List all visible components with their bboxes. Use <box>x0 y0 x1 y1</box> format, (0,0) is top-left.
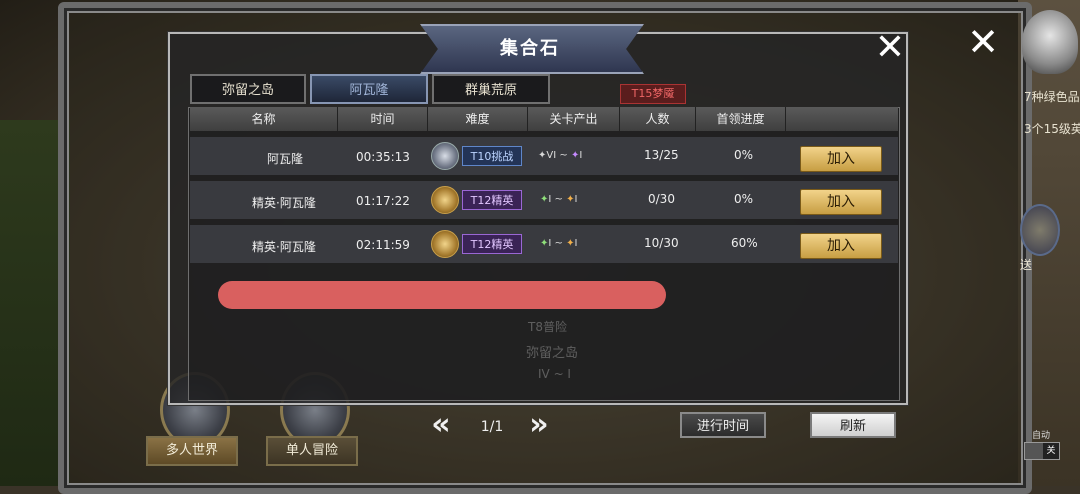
dialog-title: 集合石 <box>500 38 560 59</box>
drop-from: I <box>548 238 552 249</box>
refresh-button[interactable]: 刷新 <box>810 412 896 438</box>
avatar[interactable] <box>1022 10 1078 74</box>
auto-toggle[interactable]: 关 <box>1024 442 1060 460</box>
header-time: 时间 <box>338 107 428 131</box>
header-action <box>786 107 898 131</box>
row-players: 10/30 <box>644 236 679 250</box>
side-info-line-1: 7种绿色品 <box>1024 90 1080 104</box>
side-info-line-2: 3个15级英 <box>1024 122 1080 136</box>
drop-from: VI <box>546 150 557 161</box>
tab-mist-island[interactable]: 弥留之岛 <box>190 74 306 104</box>
row-time: 02:11:59 <box>356 238 410 252</box>
drop-separator: ~ <box>554 238 563 249</box>
join-button[interactable]: 加入 <box>800 233 882 259</box>
drop-to: I <box>579 150 583 161</box>
gold-badge-icon <box>431 230 459 258</box>
join-button[interactable]: 加入 <box>800 146 882 172</box>
teleport-label: 送 <box>1020 258 1033 272</box>
difficulty-tag: T12精英 <box>462 234 522 254</box>
mode-label: 多人世界 <box>146 436 238 466</box>
tier-chip: T15梦魇 <box>620 84 686 104</box>
drop-range: ✦VI ~ ✦I <box>538 150 582 161</box>
row-name: 阿瓦隆 <box>267 152 304 166</box>
row-time: 00:35:13 <box>356 150 410 164</box>
drop-to: I <box>574 238 578 249</box>
header-drops: 关卡产出 <box>528 107 620 131</box>
teleport-icon[interactable] <box>1020 204 1060 256</box>
background-drop-label: IV ~ I <box>538 367 571 381</box>
row-progress: 0% <box>734 192 754 206</box>
drop-from: I <box>548 194 552 205</box>
chevron-double-left-icon[interactable]: « <box>426 410 456 440</box>
drop-separator: ~ <box>559 150 568 161</box>
background-location-label: 弥留之岛 <box>526 346 579 361</box>
gold-badge-icon <box>431 186 459 214</box>
silver-badge-icon <box>431 142 459 170</box>
difficulty-tag: T10挑战 <box>462 146 522 166</box>
background-tier-label: T8普险 <box>528 320 567 334</box>
header-name: 名称 <box>190 107 338 131</box>
row-players: 0/30 <box>648 192 675 206</box>
outer-close-icon[interactable]: ✕ <box>965 23 1001 61</box>
auto-toggle-state: 关 <box>1043 443 1059 459</box>
page-indicator: 1/1 <box>480 419 504 435</box>
tab-avalon[interactable]: 阿瓦隆 <box>310 74 428 104</box>
mode-label: 单人冒险 <box>266 436 358 466</box>
close-icon[interactable]: ✕ <box>872 30 908 66</box>
drop-range: ✦I ~ ✦I <box>540 238 577 249</box>
row-progress: 60% <box>731 236 758 250</box>
join-button[interactable]: 加入 <box>800 189 882 215</box>
row-time: 01:17:22 <box>356 194 410 208</box>
chevron-double-right-icon[interactable]: » <box>524 410 554 440</box>
header-players: 人数 <box>620 107 696 131</box>
row-name: 精英·阿瓦隆 <box>252 240 316 254</box>
difficulty-tag: T12精英 <box>462 190 522 210</box>
tab-hive-wasteland[interactable]: 群巢荒原 <box>432 74 550 104</box>
redaction-bar <box>218 281 666 309</box>
row-name: 精英·阿瓦隆 <box>252 196 316 210</box>
row-players: 13/25 <box>644 148 679 162</box>
drop-separator: ~ <box>554 194 563 205</box>
header-difficulty: 难度 <box>428 107 528 131</box>
orange-gem-icon: ✦ <box>566 238 575 249</box>
progress-time-button[interactable]: 进行时间 <box>680 412 766 438</box>
orange-gem-icon: ✦ <box>566 194 575 205</box>
auto-label: 自动 <box>1032 431 1051 441</box>
drop-range: ✦I ~ ✦I <box>540 194 577 205</box>
header-boss-progress: 首领进度 <box>696 107 786 131</box>
row-progress: 0% <box>734 148 754 162</box>
drop-to: I <box>574 194 578 205</box>
